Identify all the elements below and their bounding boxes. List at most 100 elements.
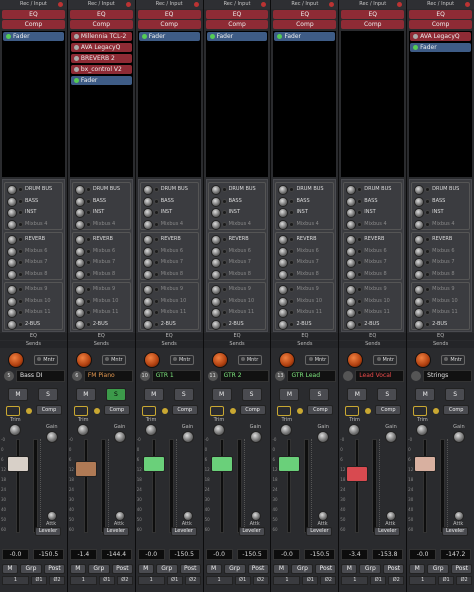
comp-toggle-button[interactable]: Comp	[239, 405, 266, 415]
fader-track[interactable]	[287, 439, 292, 533]
send-level-knob[interactable]	[414, 319, 425, 330]
send-level-knob[interactable]	[278, 208, 289, 218]
send-enable-led[interactable]	[357, 198, 363, 204]
send-enable-led[interactable]	[85, 310, 91, 315]
fader-track[interactable]	[83, 439, 88, 533]
send-level-knob[interactable]	[414, 208, 425, 218]
send-enable-led[interactable]	[289, 198, 295, 204]
comp-button[interactable]: Comp	[69, 20, 133, 29]
post-button[interactable]: Post	[315, 564, 337, 574]
mute-small-button[interactable]: M	[273, 564, 290, 574]
send-enable-led[interactable]	[425, 310, 431, 315]
attack-knob[interactable]	[454, 511, 465, 521]
group-button[interactable]: Grp	[87, 564, 110, 574]
attack-knob[interactable]	[318, 511, 329, 521]
attack-knob[interactable]	[182, 511, 193, 521]
send-level-knob[interactable]	[346, 296, 357, 307]
track-name-button[interactable]: GTR Lead	[287, 370, 337, 382]
track-name-button[interactable]: Bass DI	[16, 370, 65, 382]
gain-knob[interactable]	[249, 431, 262, 443]
send-level-knob[interactable]	[74, 319, 85, 330]
send-enable-led[interactable]	[85, 198, 91, 204]
solo-button[interactable]: S	[241, 388, 262, 401]
send-enable-led[interactable]	[221, 310, 227, 315]
input-button[interactable]: 1	[205, 576, 233, 585]
send-enable-led[interactable]	[425, 298, 431, 304]
send-enable-led[interactable]	[425, 321, 431, 327]
group-button[interactable]: Grp	[427, 564, 450, 574]
processor-box[interactable]: Fader	[2, 31, 65, 177]
processor-box[interactable]: Fader	[205, 31, 269, 177]
monitor-button[interactable]: Mntr	[34, 355, 58, 365]
fader-cap[interactable]	[7, 456, 29, 473]
group-button[interactable]: Grp	[359, 564, 382, 574]
send-level-knob[interactable]	[278, 258, 289, 268]
send-level-knob[interactable]	[142, 269, 153, 280]
leveler-button[interactable]: Leveler	[442, 527, 469, 536]
send-level-knob[interactable]	[142, 208, 153, 218]
send-enable-led[interactable]	[357, 237, 363, 242]
send-enable-led[interactable]	[18, 237, 23, 242]
gain-readout[interactable]: -147.2	[440, 549, 472, 560]
send-enable-led[interactable]	[289, 287, 295, 292]
solo-button[interactable]: S	[377, 388, 398, 401]
send-level-knob[interactable]	[414, 185, 425, 195]
gain-knob[interactable]	[317, 431, 330, 443]
send-enable-led[interactable]	[153, 221, 159, 227]
peak-readout[interactable]: -3.4	[341, 549, 369, 560]
send-level-knob[interactable]	[74, 246, 85, 257]
mute-small-button[interactable]: M	[69, 564, 86, 574]
plugin-active-led[interactable]	[73, 78, 79, 83]
input-button[interactable]: 1	[409, 576, 437, 585]
plugin-active-led[interactable]	[73, 45, 79, 50]
plugin-slot[interactable]: BREVERB 2	[70, 54, 132, 63]
input-button[interactable]: 1	[341, 576, 369, 585]
send-enable-led[interactable]	[85, 260, 91, 265]
pan-knob[interactable]	[75, 352, 92, 368]
monitor-button[interactable]: Mntr	[441, 355, 466, 365]
processor-box[interactable]: Fader	[137, 31, 201, 177]
leveler-button[interactable]: Leveler	[35, 527, 61, 536]
gain-readout[interactable]: -150.5	[33, 549, 64, 560]
plugin-slot[interactable]: Millennia TCL-2	[70, 32, 132, 41]
phase-1-button[interactable]: Ø1	[302, 576, 319, 585]
plugin-slot[interactable]: Fader	[206, 32, 268, 41]
send-enable-led[interactable]	[425, 187, 431, 192]
peak-readout[interactable]: -0.0	[409, 549, 437, 560]
monitor-button[interactable]: Mntr	[237, 355, 262, 365]
gain-readout[interactable]: -150.5	[304, 549, 336, 560]
send-level-knob[interactable]	[210, 308, 221, 318]
monitor-button[interactable]: Mntr	[373, 355, 398, 365]
send-enable-led[interactable]	[221, 271, 227, 277]
solo-button[interactable]: S	[173, 388, 194, 401]
attack-knob[interactable]	[114, 511, 125, 521]
send-level-knob[interactable]	[142, 296, 153, 307]
comp-button[interactable]: Comp	[205, 20, 269, 29]
send-level-knob[interactable]	[142, 185, 153, 195]
plugin-slot[interactable]: Fader	[410, 43, 472, 52]
processor-box[interactable]	[341, 31, 405, 177]
peak-readout[interactable]: -0.0	[205, 549, 233, 560]
send-level-knob[interactable]	[210, 258, 221, 268]
attack-knob[interactable]	[47, 511, 57, 521]
send-enable-led[interactable]	[425, 237, 431, 242]
send-enable-led[interactable]	[425, 287, 431, 292]
send-level-knob[interactable]	[7, 208, 17, 218]
send-enable-led[interactable]	[153, 198, 159, 204]
plugin-slot[interactable]: AVA LegacyQ	[70, 43, 132, 52]
send-enable-led[interactable]	[85, 187, 91, 192]
send-level-knob[interactable]	[414, 219, 425, 230]
phase-1-button[interactable]: Ø1	[98, 576, 115, 585]
send-enable-led[interactable]	[357, 321, 363, 327]
plugin-active-led[interactable]	[413, 34, 419, 39]
eq-button[interactable]: EQ	[137, 10, 201, 19]
comp-toggle-button[interactable]: Comp	[171, 405, 198, 415]
send-level-knob[interactable]	[7, 258, 17, 268]
send-enable-led[interactable]	[85, 298, 91, 304]
send-level-knob[interactable]	[278, 196, 289, 207]
send-enable-led[interactable]	[289, 310, 295, 315]
rec-arm-icon[interactable]	[465, 2, 471, 7]
gain-knob[interactable]	[46, 431, 58, 443]
mute-button[interactable]: M	[279, 388, 300, 401]
plugin-active-led[interactable]	[73, 67, 79, 72]
